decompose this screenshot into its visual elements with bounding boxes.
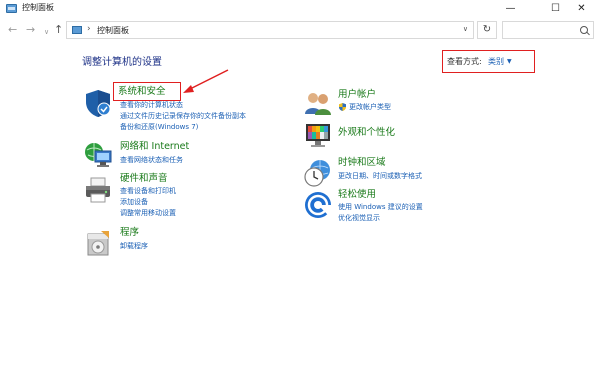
close-button[interactable]: ✕ xyxy=(563,0,600,18)
forward-button[interactable]: → xyxy=(26,23,35,37)
link-devices-printers[interactable]: 查看设备和打印机 xyxy=(120,187,176,196)
title-bar: 控制面板 — ☐ ✕ xyxy=(0,0,600,18)
address-bar[interactable]: › 控制面板 ∨ xyxy=(66,21,474,39)
network-icon[interactable] xyxy=(83,140,113,170)
window-title: 控制面板 xyxy=(22,3,54,12)
back-button[interactable]: ← xyxy=(8,23,17,37)
page-title: 调整计算机的设置 xyxy=(82,57,162,68)
link-backup-restore[interactable]: 备份和还原(Windows 7) xyxy=(120,123,198,132)
category-title-clock-region[interactable]: 时钟和区域 xyxy=(338,157,386,169)
link-add-device[interactable]: 添加设备 xyxy=(120,198,148,207)
search-input[interactable] xyxy=(502,21,594,39)
uac-shield-icon xyxy=(339,103,346,111)
link-windows-recommended-settings[interactable]: 使用 Windows 建议的设置 xyxy=(338,203,423,212)
category-title-hardware-sound[interactable]: 硬件和声音 xyxy=(120,173,168,185)
breadcrumb-separator: › xyxy=(87,24,91,34)
annotation-highlight-box xyxy=(113,82,181,101)
view-by-control: 查看方式: 类别 ▼ xyxy=(442,50,535,73)
search-icon xyxy=(580,26,588,34)
minimize-button[interactable]: — xyxy=(488,0,533,18)
link-optimize-visual-display[interactable]: 优化视觉显示 xyxy=(338,214,380,223)
users-icon[interactable] xyxy=(303,88,333,118)
category-title-ease-of-access[interactable]: 轻松使用 xyxy=(338,189,376,201)
link-mobility-settings[interactable]: 调整常用移动设置 xyxy=(120,209,176,218)
breadcrumb-control-panel[interactable]: 控制面板 xyxy=(97,25,129,36)
link-uninstall-program[interactable]: 卸载程序 xyxy=(120,242,148,251)
category-title-appearance[interactable]: 外观和个性化 xyxy=(338,127,395,139)
address-dropdown-button[interactable]: ∨ xyxy=(463,25,468,33)
view-by-dropdown[interactable]: 类别 xyxy=(488,56,504,67)
category-title-network-internet[interactable]: 网络和 Internet xyxy=(120,141,189,153)
programs-icon[interactable] xyxy=(83,228,113,258)
link-network-status[interactable]: 查看网络状态和任务 xyxy=(120,156,183,165)
shield-icon[interactable] xyxy=(83,88,113,118)
up-button[interactable]: ↑ xyxy=(54,23,63,37)
control-panel-icon xyxy=(6,4,17,13)
clock-icon[interactable] xyxy=(303,158,333,188)
appearance-icon[interactable] xyxy=(303,120,333,150)
recent-locations-button[interactable]: ∨ xyxy=(44,25,49,39)
printer-icon[interactable] xyxy=(83,175,113,205)
link-date-time-format[interactable]: 更改日期、时间或数字格式 xyxy=(338,172,422,181)
control-panel-icon xyxy=(72,26,82,34)
view-by-label: 查看方式: xyxy=(447,57,482,66)
link-file-history-backup[interactable]: 通过文件历史记录保存你的文件备份副本 xyxy=(120,112,246,121)
link-view-computer-status[interactable]: 查看你的计算机状态 xyxy=(120,101,183,110)
category-title-user-accounts[interactable]: 用户帐户 xyxy=(338,89,376,101)
link-change-account-type[interactable]: 更改帐户类型 xyxy=(349,103,391,112)
refresh-button[interactable]: ↻ xyxy=(477,21,497,39)
accessibility-icon[interactable] xyxy=(303,190,333,220)
category-title-programs[interactable]: 程序 xyxy=(120,227,139,239)
navigation-bar: ← → ∨ ↑ › 控制面板 ∨ ↻ xyxy=(0,20,600,42)
chevron-down-icon[interactable]: ▼ xyxy=(507,56,512,67)
